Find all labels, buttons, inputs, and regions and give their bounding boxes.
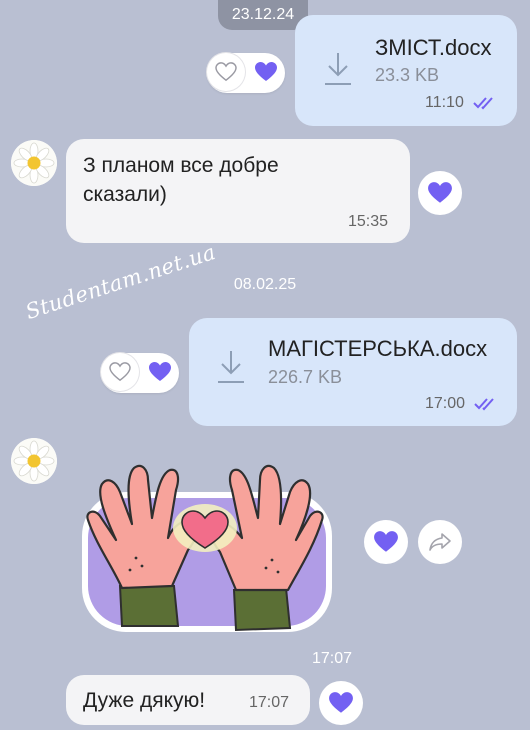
text-message-bubble[interactable]: Дуже дякую! 17:07: [66, 675, 310, 725]
liked-reaction[interactable]: [418, 171, 462, 215]
daisy-avatar-icon: [11, 140, 57, 186]
download-icon[interactable]: [216, 349, 246, 385]
sticker-message[interactable]: [76, 448, 341, 638]
liked-reaction[interactable]: [319, 681, 363, 725]
file-message-bubble[interactable]: ЗМІСТ.docx 23.3 KB 11:10: [295, 15, 517, 126]
file-name: ЗМІСТ.docx: [375, 35, 492, 60]
liked-reaction[interactable]: [247, 53, 285, 91]
heart-filled-icon: [255, 62, 277, 81]
heart-filled-icon: [149, 362, 171, 381]
sticker-time: 17:07: [311, 650, 353, 667]
message-time: 15:35: [348, 213, 389, 230]
daisy-avatar-icon: [11, 438, 57, 484]
heart-outline-icon: [109, 362, 131, 382]
liked-reaction[interactable]: [141, 353, 179, 391]
forward-button[interactable]: [418, 520, 462, 564]
message-text-line: З планом все добре: [83, 154, 279, 177]
file-size: 23.3 KB: [375, 65, 440, 85]
date-separator-middle: 08.02.25: [233, 276, 297, 293]
date-separator-top: 23.12.24: [218, 0, 308, 30]
message-text-line: сказали): [83, 183, 167, 206]
message-time: 17:07: [249, 694, 290, 711]
like-reaction-button[interactable]: [101, 353, 139, 391]
hands-heart-sticker: [82, 464, 332, 632]
heart-filled-icon: [329, 692, 353, 713]
file-name: МАГІСТЕРСЬКА.docx: [268, 336, 488, 361]
reaction-group: [101, 353, 179, 393]
text-message-bubble[interactable]: З планом все добре сказали) 15:35: [66, 139, 410, 243]
file-size: 226.7 KB: [268, 367, 343, 387]
message-time: 11:10: [425, 94, 464, 111]
liked-reaction[interactable]: [364, 520, 408, 564]
heart-outline-icon: [215, 62, 237, 82]
double-check-icon: [473, 97, 493, 110]
watermark: Studentam.net.ua: [22, 239, 219, 324]
file-message-bubble[interactable]: МАГІСТЕРСЬКА.docx 226.7 KB 17:00: [189, 318, 517, 426]
sender-avatar[interactable]: [11, 140, 57, 186]
download-icon[interactable]: [323, 51, 353, 87]
reaction-group: [207, 53, 285, 93]
message-text: Дуже дякую!: [83, 689, 206, 712]
heart-filled-icon: [374, 531, 398, 552]
forward-icon: [429, 533, 451, 551]
double-check-icon: [474, 398, 494, 411]
heart-filled-icon: [428, 182, 452, 203]
message-time: 17:00: [425, 395, 466, 412]
date-separator-label: 23.12.24: [231, 6, 295, 23]
like-reaction-button[interactable]: [207, 53, 245, 91]
sender-avatar[interactable]: [11, 438, 57, 484]
